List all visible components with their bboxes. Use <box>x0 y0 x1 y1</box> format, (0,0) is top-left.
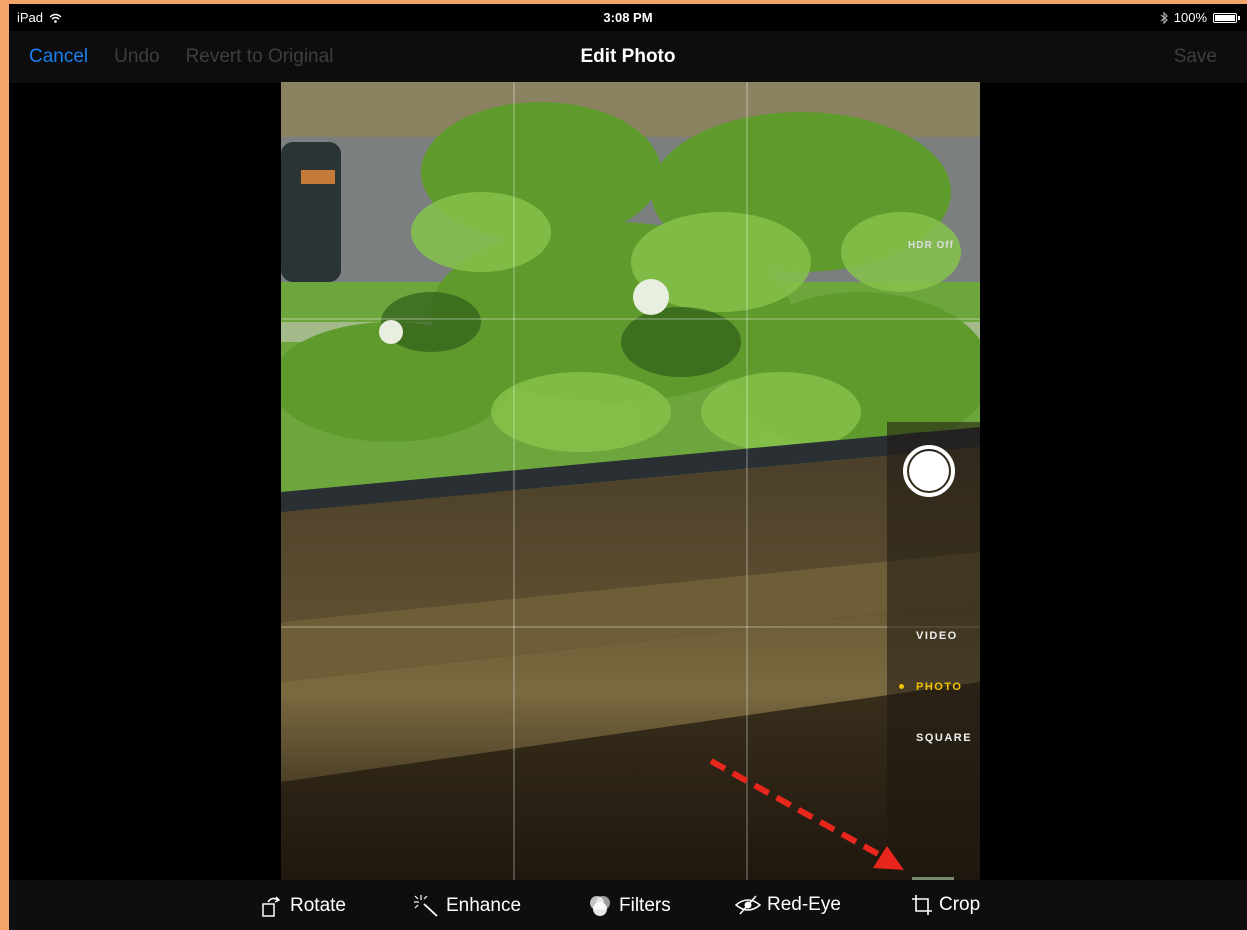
bluetooth-icon <box>1160 11 1168 24</box>
red-eye-button[interactable]: Red-Eye <box>735 894 841 916</box>
filters-button[interactable]: Filters <box>587 894 671 918</box>
rotate-button[interactable]: Rotate <box>260 894 346 918</box>
selected-mode-indicator <box>899 684 904 689</box>
undo-button[interactable]: Undo <box>114 46 159 68</box>
rotate-icon <box>262 896 281 917</box>
save-button[interactable]: Save <box>1174 46 1217 68</box>
mode-video[interactable]: VIDEO <box>916 630 958 642</box>
mode-photo[interactable]: PHOTO <box>916 681 962 693</box>
battery-percent: 100% <box>1173 10 1207 25</box>
crop-button[interactable]: Crop <box>911 894 980 916</box>
crop-icon <box>912 895 932 915</box>
status-time: 3:08 PM <box>603 10 653 25</box>
enhance-button[interactable]: Enhance <box>412 894 521 918</box>
rotate-label: Rotate <box>290 895 346 916</box>
filters-label: Filters <box>619 895 671 916</box>
shutter-button[interactable] <box>903 445 955 497</box>
status-right: 100% <box>1160 10 1240 25</box>
filters-icon <box>590 896 610 916</box>
hdr-toggle[interactable]: HDR Off <box>908 240 954 251</box>
battery-icon <box>1213 12 1240 23</box>
red-eye-label: Red-Eye <box>767 894 841 915</box>
crop-label: Crop <box>939 894 981 915</box>
photo-canvas[interactable]: HDR Off VIDEO PHOTO SQUARE <box>281 82 980 884</box>
nav-bar: Cancel Undo Revert to Original Edit Phot… <box>9 31 1247 83</box>
status-bar: iPad 3:08 PM 100% <box>9 4 1247 31</box>
photo-image <box>281 82 980 884</box>
revert-to-original-button[interactable]: Revert to Original <box>186 46 334 68</box>
mode-square[interactable]: SQUARE <box>916 732 972 744</box>
ipad-screen: iPad 3:08 PM 100% Cancel Undo Revert to … <box>9 4 1247 930</box>
eye-slash-icon <box>735 895 761 915</box>
enhance-label: Enhance <box>446 895 522 916</box>
magic-wand-icon <box>414 895 438 917</box>
nav-left-buttons: Cancel Undo Revert to Original <box>29 46 333 68</box>
edit-toolbar: Rotate Enhance Filters Red-Eye Crop <box>9 880 1247 930</box>
cancel-button[interactable]: Cancel <box>29 46 88 68</box>
